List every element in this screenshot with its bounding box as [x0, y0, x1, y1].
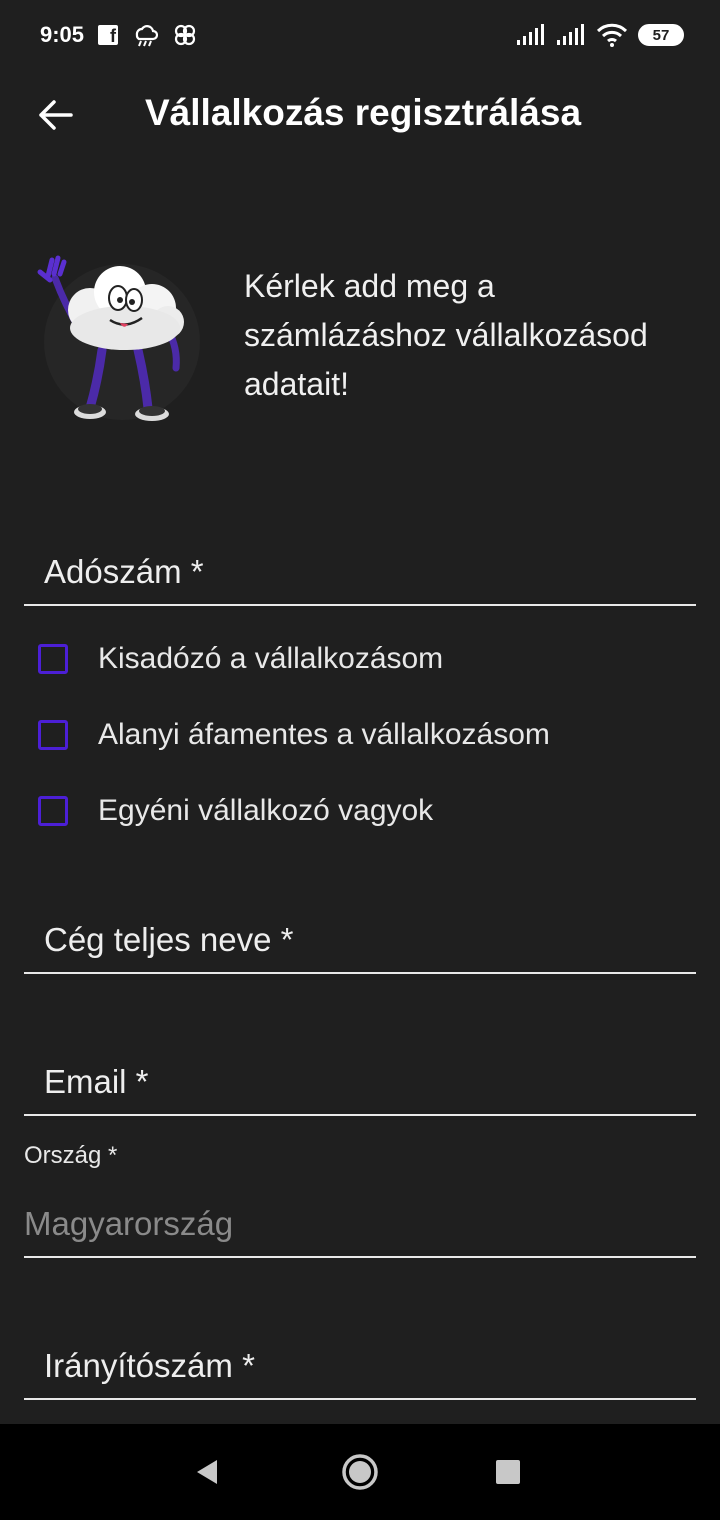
checkbox-sole-proprietor[interactable]: Egyéni vállalkozó vagyok	[38, 789, 433, 833]
intro-text: Kérlek add meg a számlázáshoz vállalkozá…	[244, 268, 648, 402]
checkbox-box[interactable]	[38, 644, 68, 674]
checkbox-box[interactable]	[38, 720, 68, 750]
country-field	[24, 1192, 696, 1258]
battery-icon: 57	[638, 24, 684, 46]
system-nav-bar	[0, 1424, 720, 1520]
checkbox-small-taxpayer[interactable]: Kisadózó a vállalkozásom	[38, 637, 443, 681]
tax-number-field	[24, 540, 696, 606]
page-title: Vállalkozás regisztrálása	[145, 92, 582, 133]
cloud-mascot-image	[30, 250, 215, 435]
company-name-field	[24, 908, 696, 974]
status-time: 9:05	[40, 22, 85, 47]
country-label: Ország *	[24, 1142, 118, 1169]
signal-icon	[516, 24, 546, 46]
status-bar: 9:05 f 57	[0, 0, 720, 70]
company-name-input[interactable]	[24, 908, 696, 972]
status-left: 9:05 f	[40, 22, 198, 48]
status-right: 57	[516, 23, 684, 47]
circle-home-icon	[342, 1454, 378, 1490]
nav-home-button[interactable]	[334, 1446, 386, 1498]
checkbox-vat-exempt[interactable]: Alanyi áfamentes a vállalkozásom	[38, 713, 550, 757]
checkbox-label: Egyéni vállalkozó vagyok	[98, 794, 434, 827]
zip-code-field	[24, 1334, 696, 1400]
zip-code-input[interactable]	[24, 1334, 696, 1398]
email-input[interactable]	[24, 1050, 696, 1114]
nav-back-button[interactable]	[182, 1446, 234, 1498]
triangle-back-icon	[197, 1460, 217, 1484]
weather-icon	[132, 22, 159, 48]
checkbox-label: Alanyi áfamentes a vállalkozásom	[98, 718, 550, 751]
nav-recents-button[interactable]	[482, 1446, 534, 1498]
tax-number-input[interactable]	[24, 540, 696, 604]
pinwheel-icon	[172, 22, 198, 48]
wifi-icon	[596, 23, 628, 47]
checkbox-label: Kisadózó a vállalkozásom	[98, 642, 444, 675]
square-recents-icon	[496, 1460, 520, 1484]
facebook-icon: f	[98, 25, 119, 45]
checkbox-box[interactable]	[38, 796, 68, 826]
country-input[interactable]	[24, 1192, 696, 1256]
signal-icon-2	[556, 24, 586, 46]
back-button[interactable]	[30, 90, 80, 140]
email-field	[24, 1050, 696, 1116]
arrow-left-icon	[39, 100, 73, 130]
app-bar: Vállalkozás regisztrálása	[0, 72, 720, 156]
